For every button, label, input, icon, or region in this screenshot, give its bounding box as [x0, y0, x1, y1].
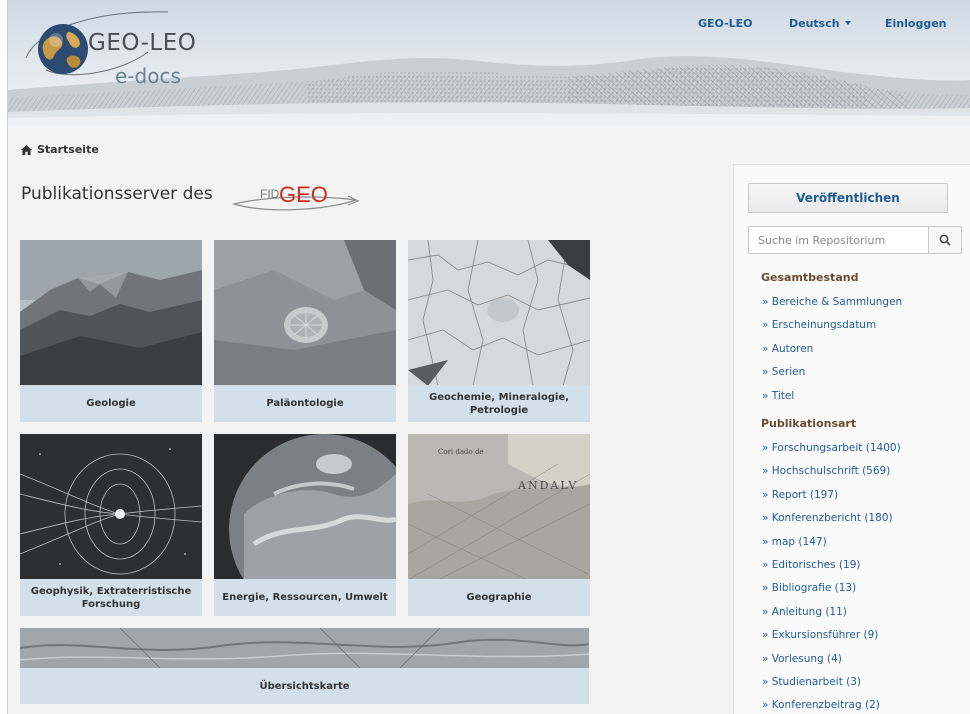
login-link[interactable]: Einloggen	[885, 17, 946, 30]
section-heading-publikationsart: Publikationsart	[761, 417, 857, 430]
browse-link-serien[interactable]: » Serien	[762, 364, 902, 387]
chevron-down-icon	[844, 21, 851, 25]
mineral-micrograph	[408, 240, 590, 386]
publication-type-list: » Forschungsarbeit (1400) » Hochschulsch…	[762, 440, 901, 714]
sidebar: Veröffentlichen Gesamtbestand » Bereiche…	[733, 164, 970, 714]
page-title: Publikationsserver des	[21, 184, 213, 204]
historic-map: ANDALV Cori dado de	[408, 434, 590, 580]
browse-link-bereiche[interactable]: » Bereiche & Sammlungen	[762, 294, 902, 317]
browse-link-titel[interactable]: » Titel	[762, 388, 902, 411]
facet-link[interactable]: » Report (197)	[762, 487, 901, 510]
facet-link[interactable]: » Konferenzbericht (180)	[762, 510, 901, 533]
language-dropdown[interactable]: Deutsch	[789, 17, 851, 30]
publish-button[interactable]: Veröffentlichen	[748, 183, 948, 213]
page-frame: GEO-LEO e-docs GEO-LEO Deutsch Einloggen…	[7, 0, 970, 714]
tile-energie[interactable]: Energie, Ressourcen, Umwelt	[214, 434, 396, 616]
facet-link[interactable]: » Forschungsarbeit (1400)	[762, 440, 901, 463]
search-icon	[939, 234, 951, 246]
facet-link[interactable]: » Konferenzbeitrag (2)	[762, 697, 901, 714]
tile-palaeontologie[interactable]: Paläontologie	[214, 240, 396, 422]
browse-list: » Bereiche & Sammlungen » Erscheinungsda…	[762, 294, 902, 411]
facet-link[interactable]: » Studienarbeit (3)	[762, 674, 901, 697]
tile-label: Geologie	[20, 385, 202, 422]
mountain-photo	[20, 240, 202, 386]
earth-photo	[214, 434, 396, 580]
browse-link-autoren[interactable]: » Autoren	[762, 341, 902, 364]
facet-link[interactable]: » Exkursionsführer (9)	[762, 627, 901, 650]
svg-text:ANDALV: ANDALV	[517, 479, 578, 492]
nav-geo-leo-link[interactable]: GEO-LEO	[698, 17, 753, 30]
logo-subtitle[interactable]: e-docs	[115, 64, 181, 88]
tile-label: Paläontologie	[214, 385, 396, 422]
tile-label: Geophysik, Extraterristische Forschung	[20, 579, 202, 616]
site-header: GEO-LEO e-docs GEO-LEO Deutsch Einloggen	[8, 0, 970, 125]
facet-link[interactable]: » Anleitung (11)	[762, 604, 901, 627]
browse-link-erscheinungsdatum[interactable]: » Erscheinungsdatum	[762, 317, 902, 340]
facet-link[interactable]: » Hochschulschrift (569)	[762, 463, 901, 486]
tile-label: Übersichtskarte	[20, 668, 589, 704]
magnetosphere-illustration	[20, 434, 202, 580]
search-input[interactable]	[748, 226, 928, 254]
search-form	[748, 226, 962, 254]
tile-geophysik[interactable]: Geophysik, Extraterristische Forschung	[20, 434, 202, 616]
tile-geologie[interactable]: Geologie	[20, 240, 202, 422]
tile-geochemie[interactable]: Geochemie, Mineralogie, Petrologie	[408, 240, 590, 422]
facet-link[interactable]: » Bibliografie (13)	[762, 580, 901, 603]
tile-label: Energie, Ressourcen, Umwelt	[214, 579, 396, 616]
tile-label: Geographie	[408, 579, 590, 616]
tile-uebersichtskarte[interactable]: Übersichtskarte	[20, 628, 589, 704]
tile-label: Geochemie, Mineralogie, Petrologie	[408, 385, 590, 422]
breadcrumb: Startseite	[21, 143, 99, 156]
tile-geographie[interactable]: ANDALV Cori dado de Geographie	[408, 434, 590, 616]
logo-title[interactable]: GEO-LEO	[88, 30, 196, 56]
fossil-photo	[214, 240, 396, 386]
fidgeo-logo[interactable]: FID GEO	[228, 176, 368, 216]
globe-logo-icon[interactable]	[34, 20, 92, 78]
home-icon[interactable]	[21, 144, 32, 155]
fid-logo-small-text: FID	[260, 187, 280, 201]
breadcrumb-home-link[interactable]: Startseite	[37, 143, 99, 156]
search-button[interactable]	[928, 226, 962, 254]
fid-logo-big-text: GEO	[279, 182, 328, 207]
section-heading-gesamtbestand: Gesamtbestand	[761, 271, 859, 284]
svg-text:Cori dado de: Cori dado de	[438, 448, 484, 456]
facet-link[interactable]: » Vorlesung (4)	[762, 651, 901, 674]
facet-link[interactable]: » map (147)	[762, 534, 901, 557]
language-label: Deutsch	[789, 17, 840, 30]
topographic-map	[20, 628, 589, 668]
facet-link[interactable]: » Editorisches (19)	[762, 557, 901, 580]
